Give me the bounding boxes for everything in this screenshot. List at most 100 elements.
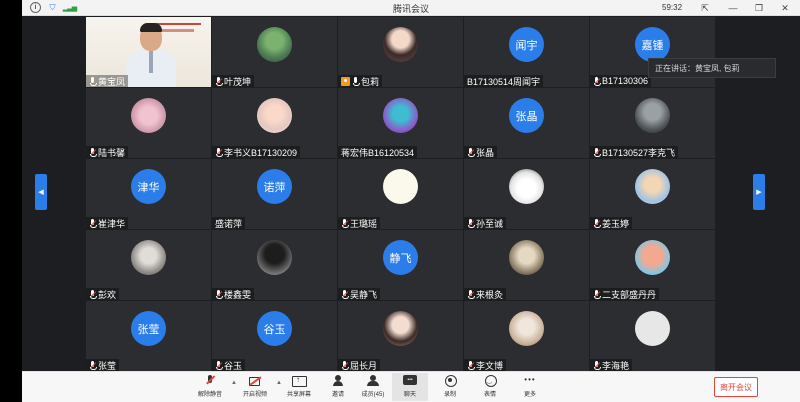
microphone-muted-icon — [341, 218, 349, 228]
more-label: 更多 — [523, 392, 536, 398]
chevron-right-icon: ▶ — [756, 189, 762, 196]
participant-tile[interactable]: 李海艳 — [590, 301, 715, 371]
avatar — [383, 27, 418, 62]
participant-tile[interactable]: 蒋宏伟B16120534 — [338, 88, 463, 158]
microphone-icon — [352, 76, 360, 86]
participant-tile[interactable]: 孙至诚 — [464, 159, 589, 229]
emoji-icon — [483, 375, 497, 387]
avatar: 静飞 — [383, 240, 418, 275]
participant-tile[interactable]: 陆书馨 — [86, 88, 211, 158]
microphone-muted-icon — [467, 147, 475, 157]
next-page-button[interactable]: ▶ — [753, 174, 765, 210]
minimize-icon[interactable]: — — [726, 2, 740, 14]
avatar: 嘉锺 — [635, 27, 670, 62]
microphone-muted-icon — [89, 147, 97, 157]
participant-name-bar: 张晶 — [464, 146, 498, 158]
prev-page-button[interactable]: ◀ — [35, 174, 47, 210]
participant-tile[interactable]: 叶茂坤 — [212, 17, 337, 87]
participant-name: 蒋宏伟B16120534 — [341, 147, 415, 158]
participant-tile[interactable]: 津华崔津华 — [86, 159, 211, 229]
participant-tile[interactable]: 黄宝凤 — [86, 17, 211, 87]
participant-tile[interactable]: 张莹 张莹 — [86, 301, 211, 371]
microphone-muted-icon — [593, 76, 601, 86]
microphone-muted-icon — [341, 289, 349, 299]
participant-tile[interactable]: 谷玉 谷玉 — [212, 301, 337, 371]
participant-tile[interactable]: 张晶 张晶 — [464, 88, 589, 158]
participant-name: 叶茂坤 — [224, 76, 252, 87]
host-badge-icon — [341, 76, 350, 86]
participant-name: 屈长月 — [350, 360, 378, 371]
start-video-label: 开启视频 — [242, 392, 267, 398]
participant-name-bar: 王璐瑶 — [338, 217, 381, 229]
chat-icon — [403, 375, 417, 387]
participant-tile[interactable]: 闻宇 B17130514周闻宇 — [464, 17, 589, 87]
participant-name-bar: 盛诺萍 — [212, 217, 246, 229]
microphone-muted-icon — [593, 218, 601, 228]
participant-tile[interactable]: 诺萍盛诺萍 — [212, 159, 337, 229]
participant-name-bar: 李文博 — [464, 359, 507, 371]
chat-button[interactable]: 聊天 — [392, 373, 428, 401]
participant-tile[interactable]: 楼鑫雯 — [212, 230, 337, 300]
microphone-muted-icon — [467, 289, 475, 299]
avatar — [383, 169, 418, 204]
participant-tile[interactable]: 屈长月 — [338, 301, 463, 371]
participant-tile[interactable]: 静飞吴静飞 — [338, 230, 463, 300]
chat-label: 聊天 — [403, 392, 416, 398]
participant-tile[interactable]: 李文博 — [464, 301, 589, 371]
avatar: 闻宇 — [509, 27, 544, 62]
reactions-button[interactable]: 表情 — [472, 375, 508, 398]
unmute-label: 解除静音 — [197, 392, 222, 398]
avatar — [257, 98, 292, 133]
start-video-button[interactable]: 开启视频 — [237, 375, 273, 398]
participant-name: 吴静飞 — [350, 289, 378, 300]
participant-tile[interactable]: 王璐瑶 — [338, 159, 463, 229]
share-screen-button[interactable]: 共享屏幕 — [281, 375, 317, 398]
avatar — [257, 27, 292, 62]
more-button[interactable]: 更多 — [512, 375, 548, 398]
pin-icon[interactable]: ⇱ — [698, 2, 712, 14]
participant-tile[interactable]: 来根灸 — [464, 230, 589, 300]
participant-tile[interactable]: 李书义B17130209 — [212, 88, 337, 158]
avatar: 津华 — [131, 169, 166, 204]
participant-tile[interactable]: B17130527李克飞 — [590, 88, 715, 158]
invite-button[interactable]: 邀请 — [320, 375, 356, 398]
participant-name: B17130527李克飞 — [602, 147, 676, 158]
microphone-muted-icon — [215, 147, 223, 157]
participant-name-bar: 彭欢 — [86, 288, 120, 300]
meeting-toolbar: 解除静音 ▲ 开启视频 ▲ 共享屏幕 邀请 成员(45) 聊天 录制 — [22, 371, 800, 402]
avatar — [635, 311, 670, 346]
avatar: 张晶 — [509, 98, 544, 133]
participant-grid: 黄宝凤 叶茂坤 包莉 闻宇 B17130514周闻宇 嘉锺 B17130306 陆书馨 李书义B… — [86, 17, 715, 371]
participant-name-bar: 叶茂坤 — [212, 75, 255, 87]
avatar — [635, 240, 670, 275]
microphone-muted-icon — [215, 360, 223, 370]
microphone-muted-icon — [467, 360, 475, 370]
maximize-icon[interactable]: ❐ — [752, 2, 766, 14]
participant-name: B17130514周闻宇 — [467, 76, 541, 87]
close-icon[interactable]: ✕ — [778, 2, 792, 14]
members-button[interactable]: 成员(45) — [355, 375, 391, 398]
reactions-label: 表情 — [483, 392, 496, 398]
participant-name: 包莉 — [361, 76, 380, 87]
avatar: 诺萍 — [257, 169, 292, 204]
microphone-muted-icon — [89, 360, 97, 370]
share-screen-label: 共享屏幕 — [286, 392, 311, 398]
microphone-muted-icon — [593, 360, 601, 370]
participant-name-bar: 崔津华 — [86, 217, 129, 229]
leave-meeting-button[interactable]: 离开会议 — [714, 377, 758, 397]
participant-tile[interactable]: 姜玉婷 — [590, 159, 715, 229]
meeting-window: i ⛉ ▂▃▅ 腾讯会议 59:32 ⇱ — ❐ ✕ ◀ ▶ 黄宝凤 叶茂坤 包莉 闻… — [22, 0, 800, 402]
avatar — [509, 311, 544, 346]
participant-name: 陆书馨 — [98, 147, 126, 158]
participant-tile[interactable]: 彭欢 — [86, 230, 211, 300]
participant-tile[interactable]: 二支部盛丹丹 — [590, 230, 715, 300]
participant-tile[interactable]: 包莉 — [338, 17, 463, 87]
microphone-muted-icon — [89, 289, 97, 299]
participant-name: 崔津华 — [98, 218, 126, 229]
unmute-button[interactable]: 解除静音 — [192, 375, 228, 398]
invite-label: 邀请 — [331, 392, 344, 398]
participant-name: 楼鑫雯 — [224, 289, 252, 300]
record-button[interactable]: 录制 — [432, 375, 468, 398]
participant-name: 张晶 — [476, 147, 495, 158]
avatar — [257, 240, 292, 275]
